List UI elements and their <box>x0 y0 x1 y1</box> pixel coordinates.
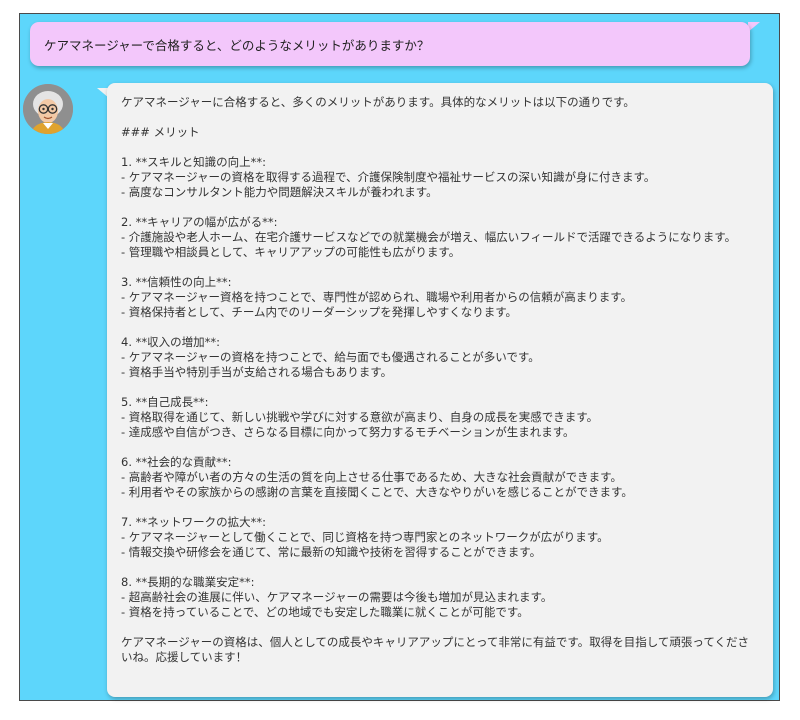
assistant-message-bubble: ケアマネージャーに合格すると、多くのメリットがあります。具体的なメリットは以下の… <box>107 83 773 697</box>
assistant-avatar-icon <box>23 84 73 134</box>
merit-section: 4. **収入の増加**: - ケアマネージャーの資格を持つことで、給与面でも優… <box>121 335 759 380</box>
merit-section: 6. **社会的な貢献**: - 高齢者や障がい者の方々の生活の質を向上させる仕… <box>121 455 759 500</box>
merit-bullet: - 管理職や相談員として、キャリアアップの可能性も広がります。 <box>121 245 461 259</box>
elderly-person-avatar-icon <box>23 84 73 134</box>
merit-bullet: - 資格保持者として、チーム内でのリーダーシップを発揮しやすくなります。 <box>121 305 518 319</box>
merit-bullet: - 資格を持っていることで、どの地域でも安定した職業に就くことが可能です。 <box>121 605 529 619</box>
merit-bullet: - 介護施設や老人ホーム、在宅介護サービスなどでの就業機会が増え、幅広いフィール… <box>121 230 737 244</box>
response-intro: ケアマネージャーに合格すると、多くのメリットがあります。具体的なメリットは以下の… <box>121 95 635 109</box>
merit-title: 7. **ネットワークの拡大**: <box>121 515 267 529</box>
merit-bullet: - 資格取得を通じて、新しい挑戦や学びに対する意欲が高まり、自身の成長を実感でき… <box>121 410 599 424</box>
merit-title: 1. **スキルと知識の向上**: <box>121 155 267 169</box>
response-closing: ケアマネージャーの資格は、個人としての成長やキャリアアップにとって非常に有益です… <box>121 635 750 664</box>
merit-section: 2. **キャリアの幅が広がる**: - 介護施設や老人ホーム、在宅介護サービス… <box>121 215 759 260</box>
merit-bullet: - ケアマネージャーの資格を取得する過程で、介護保険制度や福祉サービスの深い知識… <box>121 170 656 184</box>
merit-section: 3. **信頼性の向上**: - ケアマネージャー資格を持つことで、専門性が認め… <box>121 275 759 320</box>
merit-section: 5. **自己成長**: - 資格取得を通じて、新しい挑戦や学びに対する意欲が高… <box>121 395 759 440</box>
merit-section: 7. **ネットワークの拡大**: - ケアマネージャーとして働くことで、同じ資… <box>121 515 759 560</box>
merit-title: 4. **収入の増加**: <box>121 335 221 349</box>
merit-section: 8. **長期的な職業安定**: - 超高齢社会の進展に伴い、ケアマネージャーの… <box>121 575 759 620</box>
user-message-bubble: ケアマネージャーで合格すると、どのようなメリットがありますか？ <box>30 22 750 66</box>
response-heading: ### メリット <box>121 125 200 139</box>
merit-bullet: - 資格手当や特別手当が支給される場合もあります。 <box>121 365 393 379</box>
merit-title: 2. **キャリアの幅が広がる**: <box>121 215 278 229</box>
merit-section: 1. **スキルと知識の向上**: - ケアマネージャーの資格を取得する過程で、… <box>121 155 759 200</box>
merit-bullet: - 利用者やその家族からの感謝の言葉を直接聞くことで、大きなやりがいを感じること… <box>121 485 633 499</box>
merit-bullet: - 超高齢社会の進展に伴い、ケアマネージャーの需要は今後も増加が見込まれます。 <box>121 590 553 604</box>
merit-bullet: - 高齢者や障がい者の方々の生活の質を向上させる仕事であるため、大きな社会貢献が… <box>121 470 623 484</box>
merit-title: 8. **長期的な職業安定**: <box>121 575 255 589</box>
merit-bullet: - ケアマネージャーとして働くことで、同じ資格を持つ専門家とのネットワークが広が… <box>121 530 609 544</box>
merit-bullet: - 情報交換や研修会を通じて、常に最新の知識や技術を習得することができます。 <box>121 545 542 559</box>
user-message-text: ケアマネージャーで合格すると、どのようなメリットがありますか？ <box>44 37 430 53</box>
merit-bullet: - 高度なコンサルタント能力や問題解決スキルが養われます。 <box>121 185 438 199</box>
merit-bullet: - ケアマネージャー資格を持つことで、専門性が認められ、職場や利用者からの信頼が… <box>121 290 633 304</box>
merit-bullet: - 達成感や自信がつき、さらなる目標に向かって努力するモチベーションが生まれます… <box>121 425 575 439</box>
merit-title: 5. **自己成長**: <box>121 395 209 409</box>
merit-bullet: - ケアマネージャーの資格を持つことで、給与面でも優遇されることが多いです。 <box>121 350 540 364</box>
merit-title: 6. **社会的な貢献**: <box>121 455 232 469</box>
merit-title: 3. **信頼性の向上**: <box>121 275 232 289</box>
